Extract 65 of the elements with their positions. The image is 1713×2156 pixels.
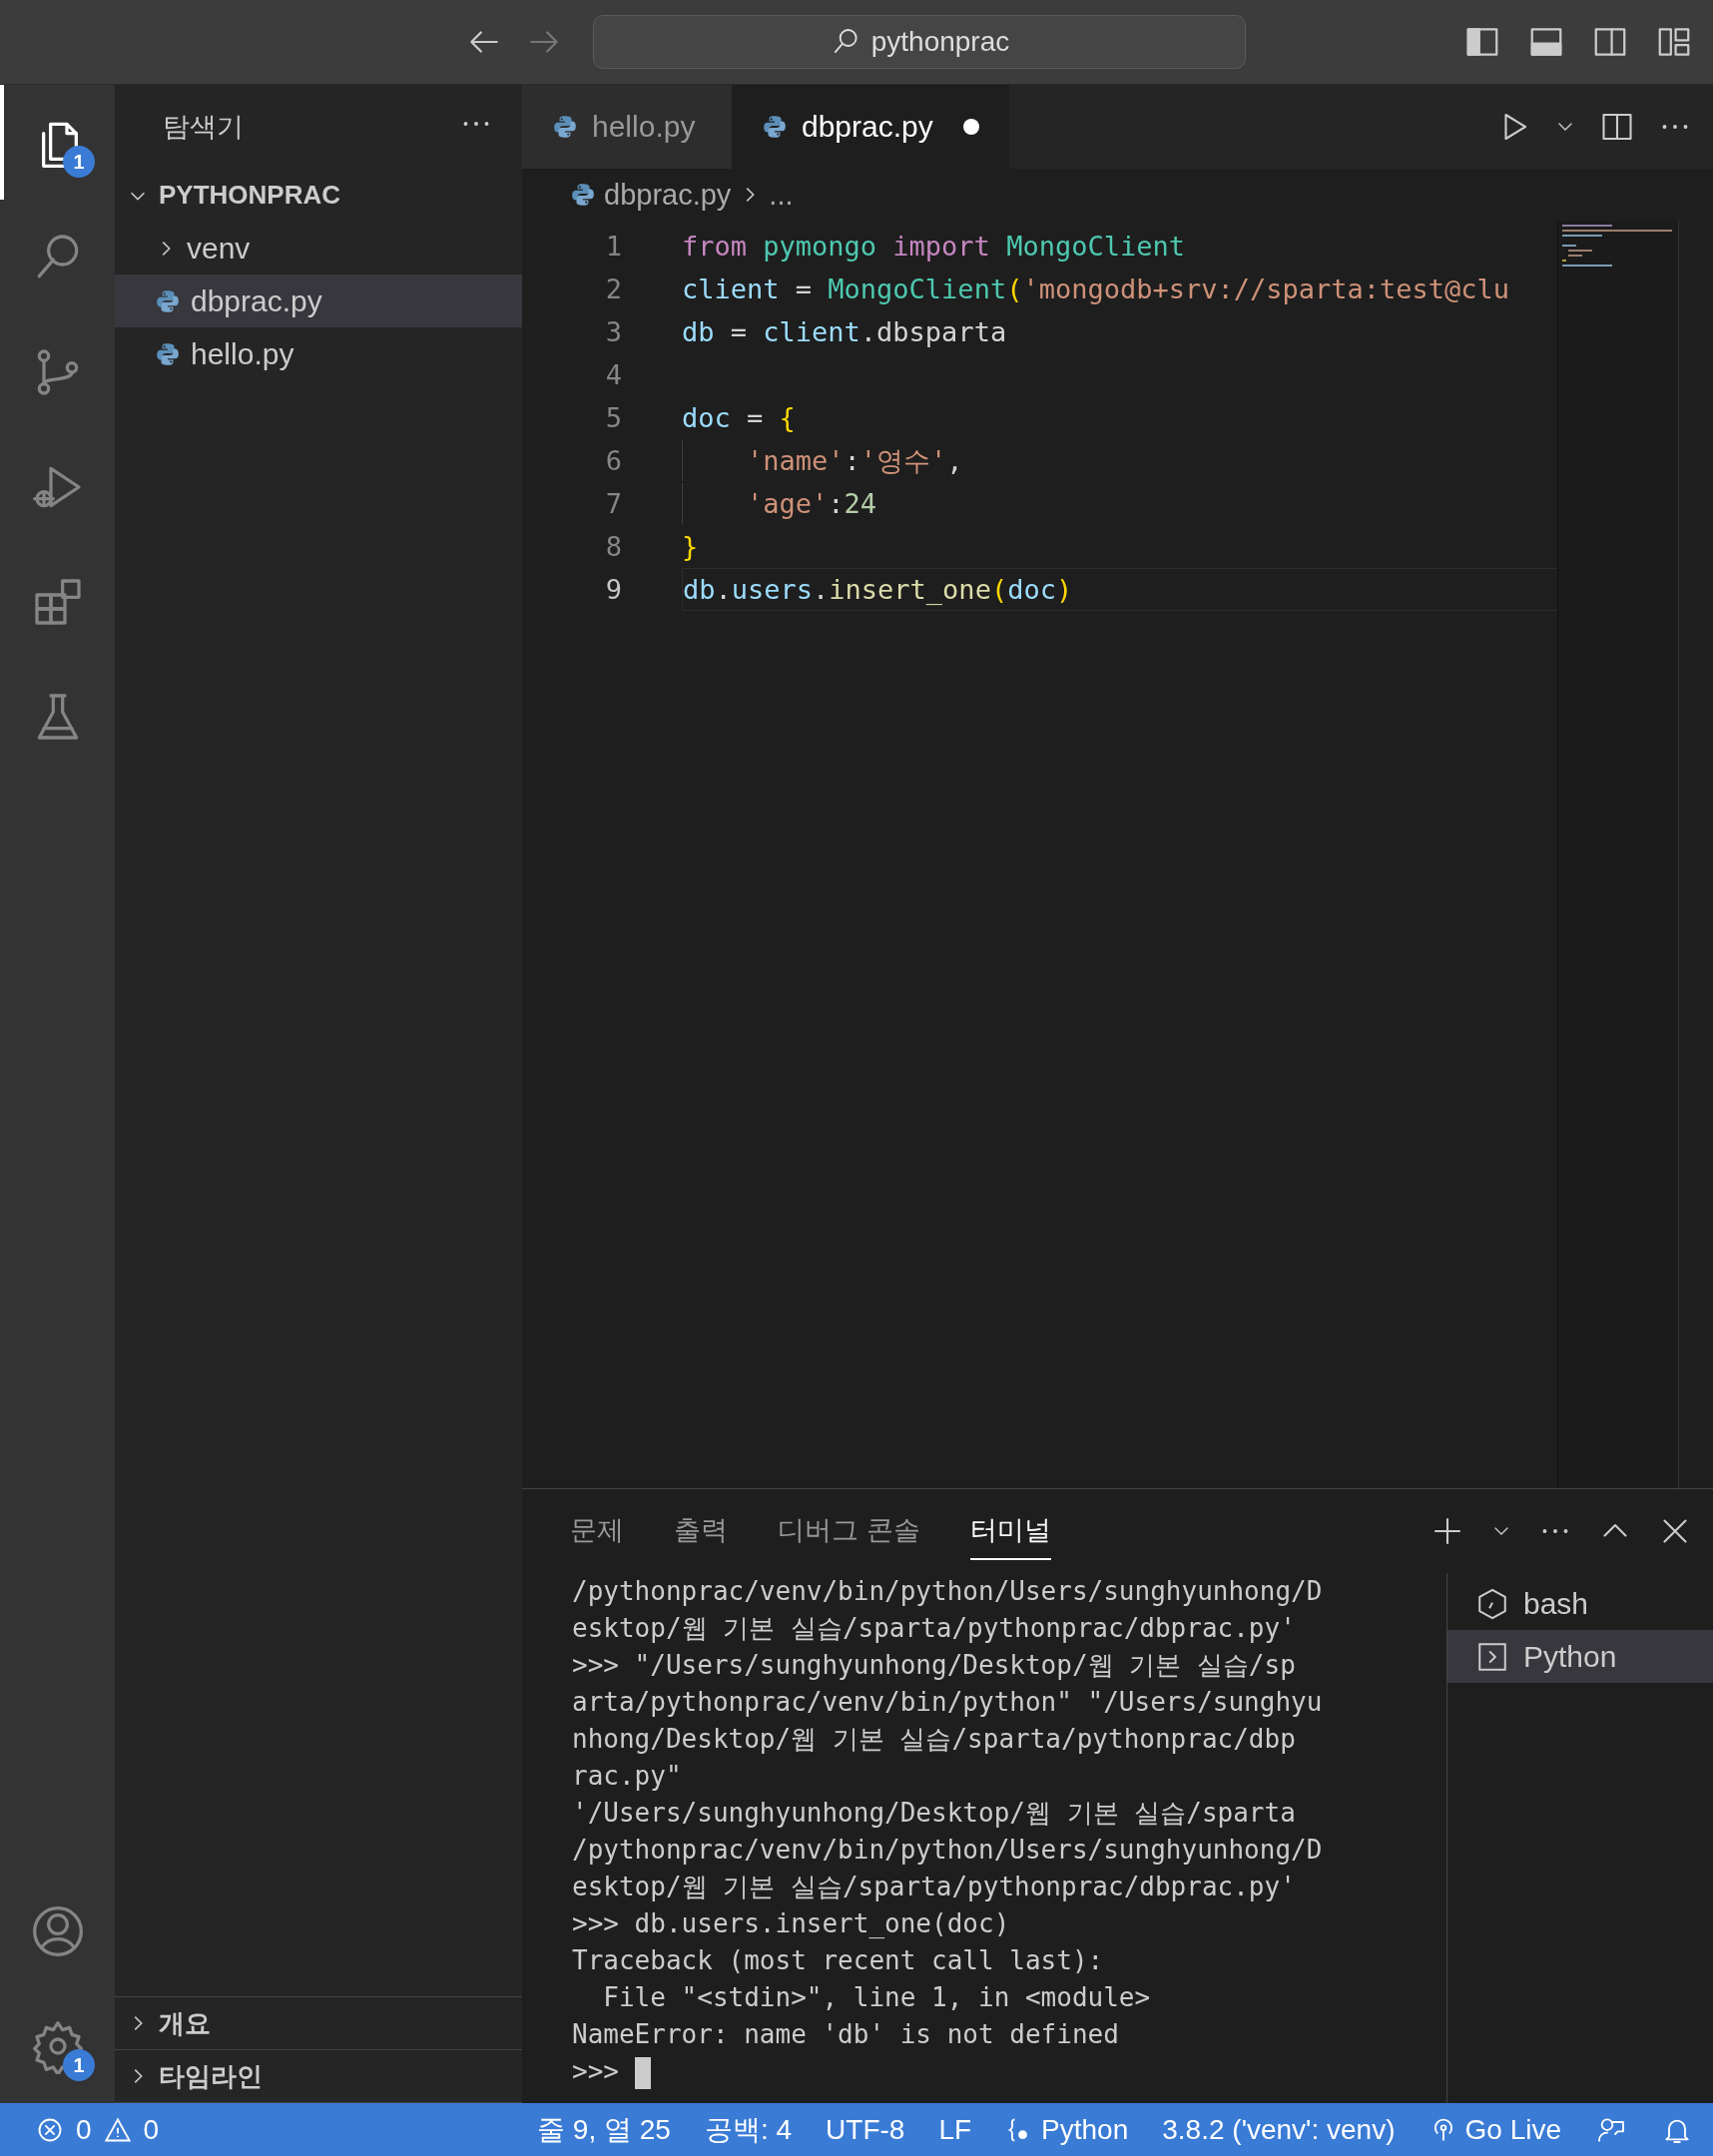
terminal-line: /pythonprac/venv/bin/python/Users/sunghyunhong/D [572, 1834, 1324, 1867]
folder-item[interactable]: venv [115, 222, 522, 274]
breadcrumb-item[interactable]: dbprac.py [604, 178, 732, 212]
code-line: from pymongo import MongoClient [682, 230, 1186, 264]
line-number: 7 [604, 488, 622, 519]
file-item[interactable]: dbprac.py [115, 274, 522, 327]
warning-icon [103, 2115, 132, 2144]
editor-tab[interactable]: dbprac.py [732, 85, 1009, 169]
python-file-icon [155, 287, 181, 314]
terminal-line: nhong/Desktop/웹 기본 실습/sparta/pythonprac/dbp [572, 1723, 1297, 1756]
breadcrumb-item[interactable]: ... [769, 178, 794, 212]
count-badge: 1 [63, 146, 95, 178]
terminal-line: arta/pythonprac/venv/bin/python" "/Users/sunghyu [572, 1686, 1324, 1719]
terminal-item[interactable]: bash [1447, 1577, 1713, 1630]
shell-icon [1475, 1586, 1509, 1621]
status-item[interactable]: UTF-8 [826, 2113, 905, 2146]
sidebar-title: 탐색기 [163, 111, 244, 144]
editor-tab[interactable]: hello.py [522, 85, 732, 169]
terminal-line: esktop/웹 기본 실습/sparta/pythonprac/dbprac.py' [572, 1871, 1297, 1903]
line-number: 1 [604, 231, 622, 262]
folder-header[interactable]: PYTHONPRAC [115, 169, 522, 222]
terminal-line: /pythonprac/venv/bin/python/Users/sunghyunhong/D [572, 1575, 1324, 1608]
code-line: db.users.insert_one(doc) [682, 568, 1557, 611]
terminal-line: NameError: name 'db' is not defined [572, 2018, 1120, 2051]
terminal-line: '/Users/sunghyunhong/Desktop/웹 기본 실습/sparta [572, 1797, 1297, 1830]
status-item[interactable]: 공백: 4 [704, 2110, 793, 2149]
line-number: 9 [604, 574, 622, 605]
line-number: 8 [604, 531, 622, 562]
line-number: 6 [604, 445, 622, 476]
code-line: db = client.dbsparta [682, 315, 1008, 349]
search-field[interactable]: pythonprac [593, 15, 1246, 69]
python-file-icon [552, 114, 578, 140]
panel-tab[interactable]: 디버그 콘솔 [778, 1502, 920, 1560]
code-line: } [682, 530, 700, 564]
panel-tab[interactable]: 터미널 [969, 1502, 1051, 1560]
python-file-icon [762, 114, 788, 140]
python-file-icon [155, 340, 181, 367]
status-item[interactable]: 줄 9, 열 25 [537, 2110, 671, 2149]
count-badge: 1 [63, 2049, 95, 2081]
terminal-line: File "<stdin>", line 1, in <module> [602, 1981, 1152, 2014]
language-mode-button[interactable]: Python [1005, 2113, 1129, 2146]
code-line: client = MongoClient('mongodb+srv://sparta:test@clu [682, 272, 1511, 306]
terminal-line: rac.py" [572, 1760, 683, 1793]
status-item[interactable]: LF [938, 2113, 972, 2146]
terminal-line: >>> "/Users/sunghyunhong/Desktop/웹 기본 실습/sp [572, 1649, 1297, 1682]
terminal-line: >>> db.users.insert_one(doc) [572, 1907, 1011, 1940]
panel-tab[interactable]: 출력 [674, 1502, 728, 1560]
python-file-icon [570, 182, 596, 208]
line-number: 5 [604, 402, 622, 433]
line-number: 3 [604, 316, 622, 347]
terminal-item[interactable]: Python [1447, 1630, 1713, 1683]
section-header[interactable]: 개요 [115, 1997, 522, 2050]
terminal-line: >>> [572, 2053, 1421, 2090]
panel-tab[interactable]: 문제 [570, 1502, 624, 1560]
line-number: 4 [604, 359, 622, 390]
code-line: doc = { [682, 401, 797, 435]
file-item[interactable]: hello.py [115, 327, 522, 380]
status-item[interactable]: 3.8.2 ('venv': venv) [1162, 2113, 1396, 2146]
terminal-line: Traceback (most recent call last): [572, 1944, 1105, 1977]
problems-indicator[interactable]: 0 0 [36, 2113, 160, 2146]
activity-tab[interactable]: 1 [0, 1988, 115, 2103]
unsaved-dot-icon [962, 119, 979, 135]
go-live-button[interactable]: Go Live [1428, 2113, 1561, 2146]
line-number: 2 [604, 273, 622, 304]
terminal-line: esktop/웹 기본 실습/sparta/pythonprac/dbprac.py' [572, 1612, 1297, 1645]
